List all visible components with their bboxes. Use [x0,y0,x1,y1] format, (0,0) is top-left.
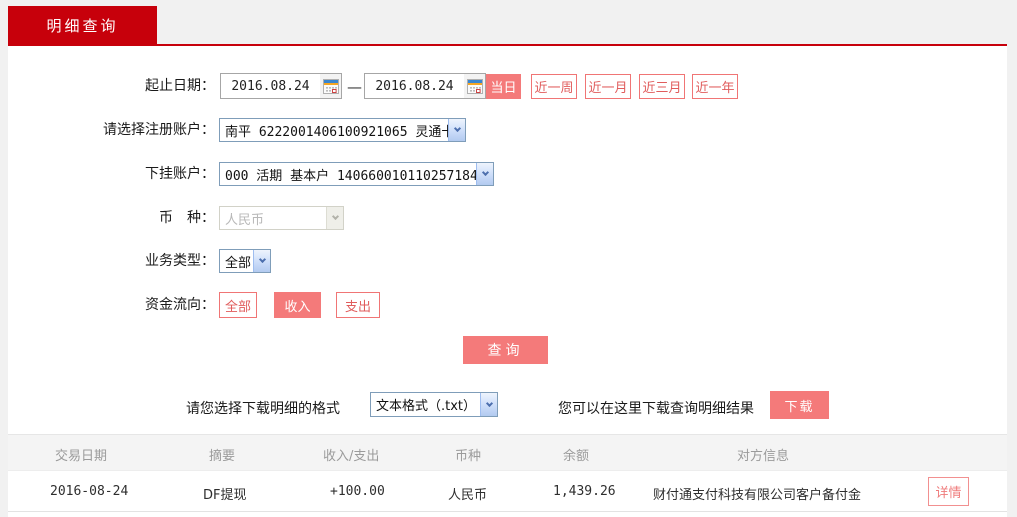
business-type-label: 业务类型： [145,253,215,269]
currency-label: 币 种： [159,210,215,226]
register-account-select[interactable]: 南平 6222001406100921065 灵通卡 [219,118,466,142]
date-separator: — [347,78,362,96]
fund-flow-income-button[interactable]: 收入 [274,292,321,318]
quick-range-3months-button[interactable]: 近三月 [639,74,685,99]
table-header-amount: 收入/支出 [323,449,380,464]
date-range-label: 起止日期： [145,78,215,94]
date-from-input[interactable]: 2016.08.24 [220,73,342,99]
table-header-date: 交易日期 [55,449,108,464]
table-row: 2016-08-24 DF提现 +100.00 人民币 1,439.26 财付通… [8,470,1007,512]
fund-flow-all-button[interactable]: 全部 [219,292,257,318]
sub-account-select[interactable]: 000 活期 基本户 1406600101102571848 [219,162,494,186]
business-type-select[interactable]: 全部 [219,249,271,273]
table-header-summary: 摘要 [209,449,236,464]
cell-amount: +100.00 [330,484,385,499]
date-to-value[interactable]: 2016.08.24 [365,79,464,94]
currency-value: 人民币 [225,212,265,228]
chevron-down-icon[interactable] [480,393,497,416]
cell-date: 2016-08-24 [50,484,129,499]
tab-detail-query[interactable]: 明细查询 [8,6,157,44]
cell-balance: 1,439.26 [553,484,616,499]
tab-underline [8,44,1007,46]
date-from-value[interactable]: 2016.08.24 [221,79,320,94]
cell-summary: DF提现 [203,488,247,503]
register-account-value: 南平 6222001406100921065 灵通卡 [225,124,448,140]
detail-query-page: 明细查询 起止日期： 2016.08.24 — 2016.08.24 当日 近一… [0,0,1017,517]
table-header-row: 交易日期 摘要 收入/支出 币种 余额 对方信息 [8,434,1007,470]
quick-range-year-button[interactable]: 近一年 [692,74,738,99]
chevron-down-icon[interactable] [476,163,493,185]
fund-flow-label: 资金流向： [145,297,215,313]
date-to-input[interactable]: 2016.08.24 [364,73,486,99]
business-type-value: 全部 [225,255,252,271]
chevron-down-icon[interactable] [253,250,270,272]
quick-range-month-button[interactable]: 近一月 [585,74,631,99]
chevron-down-icon[interactable] [448,119,465,141]
quick-range-today-button[interactable]: 当日 [486,74,521,99]
cell-currency: 人民币 [448,488,488,503]
download-format-value: 文本格式（.txt） [376,399,477,414]
sub-account-value: 000 活期 基本户 1406600101102571848 [225,168,476,184]
chevron-down-icon [326,207,343,229]
detail-button[interactable]: 详情 [928,477,969,506]
register-account-label: 请选择注册账户： [103,122,215,138]
table-header-balance: 余额 [563,449,590,464]
cell-counterparty: 财付通支付科技有限公司客户备付金 [653,488,862,503]
download-hint: 您可以在这里下载查询明细结果 [558,401,754,417]
table-header-currency: 币种 [455,449,482,464]
download-button[interactable]: 下载 [770,391,829,419]
currency-select: 人民币 [219,206,344,230]
table-header-counterparty: 对方信息 [737,449,790,464]
query-button[interactable]: 查询 [463,336,548,364]
calendar-icon[interactable] [464,74,485,98]
calendar-icon[interactable] [320,74,341,98]
download-format-select[interactable]: 文本格式（.txt） [370,392,498,417]
download-format-label: 请您选择下载明细的格式 [186,401,340,417]
fund-flow-expense-button[interactable]: 支出 [336,292,380,318]
quick-range-week-button[interactable]: 近一周 [531,74,577,99]
sub-account-label: 下挂账户： [145,166,215,182]
